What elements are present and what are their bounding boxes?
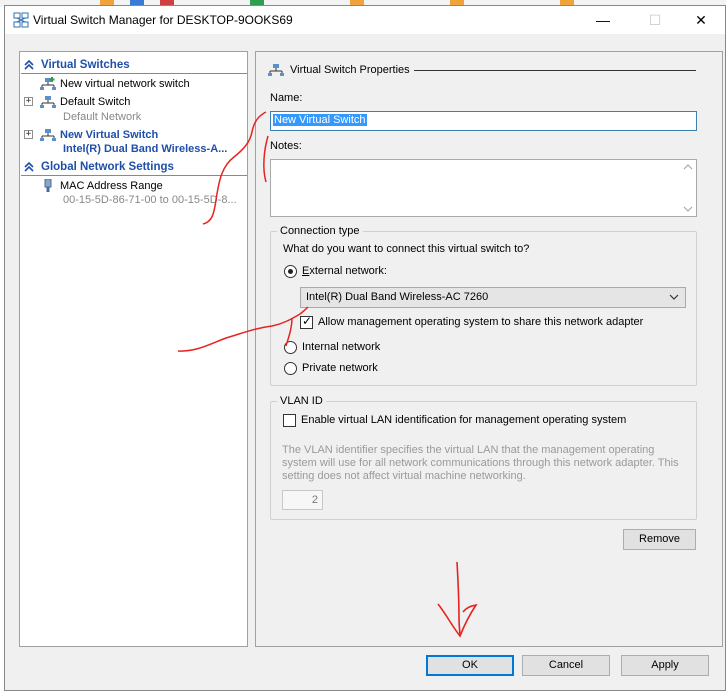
tree-item-new-virtual-network-switch[interactable]: New virtual network switch [20,76,247,93]
name-field-value: New Virtual Switch [273,114,367,126]
virtual-switch-manager-icon [13,12,29,28]
maximize-button: ☐ [632,6,678,34]
network-switch-icon [40,96,56,108]
vlan-description: The VLAN identifier specifies the virtua… [282,444,679,482]
window-title: Virtual Switch Manager for DESKTOP-9OOKS… [33,13,293,27]
apply-button[interactable]: Apply [621,655,709,676]
private-network-label[interactable]: Private network [302,362,378,374]
tree-item-label: Default Switch [60,96,131,108]
minimize-button[interactable]: — [580,6,626,34]
virtual-switches-header-label: Virtual Switches [41,59,130,71]
close-button[interactable]: ✕ [678,6,724,34]
network-adapter-select[interactable]: Intel(R) Dual Band Wireless-AC 7260 [300,287,686,308]
mac-address-icon [44,179,52,192]
collapse-chevron-icon[interactable] [23,161,35,173]
internal-network-label[interactable]: Internal network [302,341,380,353]
checkmark-icon: ✓ [302,314,313,328]
expand-icon[interactable]: + [24,97,33,106]
tree-item-default-switch[interactable]: + Default Switch [20,94,247,111]
notes-field[interactable] [270,159,697,217]
network-switch-icon [40,129,56,141]
expand-icon[interactable]: + [24,130,33,139]
tree-item-label: New virtual network switch [60,78,190,90]
name-label: Name: [270,92,303,104]
virtual-switch-manager-window: Virtual Switch Manager for DESKTOP-9OOKS… [4,5,726,691]
notes-scrollbar[interactable] [680,160,696,216]
cancel-button[interactable]: Cancel [522,655,610,676]
global-network-settings-header[interactable]: Global Network Settings [21,160,247,176]
tree-item-mac-address-range[interactable]: MAC Address Range [20,178,247,195]
enable-vlan-label[interactable]: Enable virtual LAN identification for ma… [301,414,626,426]
tree-item-label: New Virtual Switch [60,129,159,141]
minimize-icon: — [596,12,610,28]
title-bar[interactable]: Virtual Switch Manager for DESKTOP-9OOKS… [5,6,725,34]
section-title: Virtual Switch Properties [268,63,410,77]
connection-type-caption: Connection type [277,225,363,237]
collapse-chevron-icon[interactable] [23,59,35,71]
name-field[interactable]: New Virtual Switch [270,111,697,131]
chevron-down-icon [669,294,679,300]
allow-management-label[interactable]: Allow management operating system to sha… [318,316,643,328]
allow-management-checkbox[interactable]: ✓ [300,314,313,329]
scroll-arrows-icon [683,164,693,212]
external-network-radio[interactable] [284,265,297,278]
new-switch-icon [40,77,56,90]
vlan-id-input: 2 [282,490,323,510]
connection-question: What do you want to connect this virtual… [283,243,530,255]
ok-button[interactable]: OK [426,655,514,676]
tree-item-subtitle: Intel(R) Dual Band Wireless-A... [63,143,228,155]
network-switch-icon [268,64,284,76]
global-network-settings-label: Global Network Settings [41,161,174,173]
close-icon: ✕ [695,11,707,28]
tree-item-subtitle: 00-15-5D-86-71-00 to 00-15-5D-8... [63,194,237,206]
virtual-switch-properties-panel: Virtual Switch Properties Name: New Virt… [255,51,723,647]
remove-button[interactable]: Remove [623,529,696,550]
external-network-label[interactable]: External network: [302,265,387,277]
internal-network-radio[interactable] [284,341,297,354]
tree-item-label: MAC Address Range [60,180,163,192]
network-adapter-value: Intel(R) Dual Band Wireless-AC 7260 [306,291,489,303]
navigation-tree: Virtual Switches New virtual network swi… [19,51,248,647]
maximize-icon: ☐ [648,11,662,28]
private-network-radio[interactable] [284,362,297,375]
virtual-switches-header[interactable]: Virtual Switches [21,58,247,74]
notes-label: Notes: [270,140,302,152]
enable-vlan-checkbox[interactable] [283,414,296,427]
tree-item-subtitle: Default Network [63,111,142,123]
tree-item-new-virtual-switch[interactable]: + New Virtual Switch [20,127,247,144]
vlan-id-caption: VLAN ID [277,395,326,407]
section-title-label: Virtual Switch Properties [290,64,410,76]
section-divider [414,70,696,71]
